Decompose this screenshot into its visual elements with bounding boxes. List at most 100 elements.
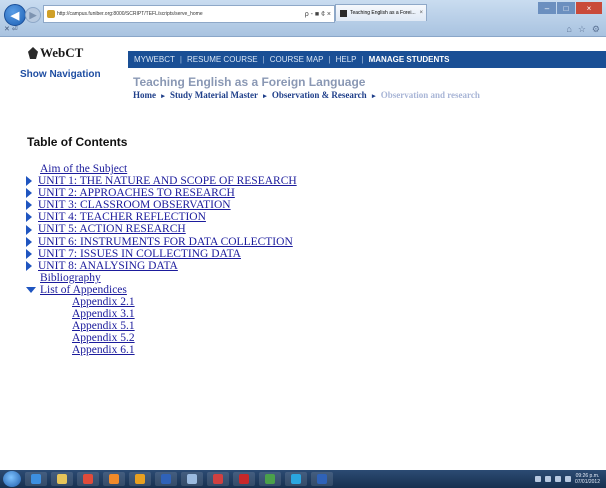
breadcrumb-home[interactable]: Home bbox=[133, 90, 156, 100]
taskbar-paint-button[interactable] bbox=[207, 472, 229, 486]
system-tray: 09:26 p.m. 07/01/2012 bbox=[534, 473, 606, 485]
word-icon bbox=[161, 474, 171, 484]
expand-triangle-icon[interactable] bbox=[26, 200, 32, 211]
taskbar-spreadsheet-button[interactable] bbox=[259, 472, 281, 486]
toc-item: List of Appendices bbox=[26, 284, 297, 296]
expand-triangle-icon[interactable] bbox=[26, 212, 32, 223]
topnav-resume-course[interactable]: RESUME COURSE bbox=[187, 55, 258, 64]
browser-chrome: ◀ ▶ http://campus.funiber.org:8000/SCRIP… bbox=[0, 0, 606, 37]
toc-link[interactable]: Bibliography bbox=[40, 272, 101, 284]
flag-icon[interactable] bbox=[544, 476, 551, 482]
expand-triangle-icon[interactable] bbox=[26, 188, 32, 199]
windows-taskbar: 09:26 p.m. 07/01/2012 bbox=[0, 470, 606, 488]
toc-link[interactable]: Aim of the Subject bbox=[40, 163, 127, 175]
toc-appendix-link[interactable]: Appendix 5.1 bbox=[72, 320, 135, 332]
maximize-button[interactable]: □ bbox=[557, 2, 575, 14]
toc-item: UNIT 4: TEACHER REFLECTION bbox=[26, 211, 297, 223]
toc-link[interactable]: UNIT 2: APPROACHES TO RESEARCH bbox=[38, 187, 235, 199]
command-bar: ✕ ⏎ bbox=[4, 26, 18, 33]
webct-page: WebCT Show Navigation MYWEBCT | RESUME C… bbox=[0, 37, 606, 470]
chrome-icon bbox=[83, 474, 93, 484]
toc-link[interactable]: UNIT 5: ACTION RESEARCH bbox=[38, 223, 186, 235]
toc-link[interactable]: UNIT 4: TEACHER REFLECTION bbox=[38, 211, 206, 223]
settings-gear-icon[interactable]: ⚙ bbox=[592, 24, 600, 35]
top-navigation-bar: MYWEBCT | RESUME COURSE | COURSE MAP | H… bbox=[128, 51, 606, 68]
toc-appendix-link[interactable]: Appendix 2.1 bbox=[72, 296, 135, 308]
topnav-help[interactable]: HELP bbox=[336, 55, 357, 64]
toc-item: UNIT 5: ACTION RESEARCH bbox=[26, 223, 297, 235]
logo-text: WebCT bbox=[40, 45, 84, 60]
tab-title: Teaching English as a Forei... bbox=[350, 10, 416, 16]
address-controls[interactable]: ρ - ■ ¢ × bbox=[302, 11, 334, 18]
expand-triangle-icon[interactable] bbox=[26, 176, 32, 187]
volume-icon[interactable] bbox=[554, 476, 561, 482]
media-player-icon bbox=[135, 474, 145, 484]
start-button[interactable] bbox=[3, 471, 21, 487]
collapse-triangle-icon[interactable] bbox=[26, 286, 36, 293]
address-bar[interactable]: http://campus.funiber.org:8000/SCRIPT/TE… bbox=[43, 5, 335, 23]
paint-icon bbox=[213, 474, 223, 484]
close-window-button[interactable]: × bbox=[576, 2, 602, 14]
topnav-separator: | bbox=[179, 55, 182, 64]
toc-appendix-link[interactable]: Appendix 6.1 bbox=[72, 344, 135, 356]
taskbar-adobe-reader-button[interactable] bbox=[233, 472, 255, 486]
tab-close-icon[interactable]: × bbox=[419, 10, 426, 16]
show-navigation-link[interactable]: Show Navigation bbox=[20, 69, 101, 80]
topnav-separator: | bbox=[262, 55, 265, 64]
breadcrumb-observation-research[interactable]: Observation & Research bbox=[272, 90, 367, 100]
back-button[interactable]: ◀ bbox=[4, 4, 26, 26]
browser-tab[interactable]: Teaching English as a Forei... × bbox=[335, 4, 427, 21]
topnav-separator: | bbox=[361, 55, 364, 64]
toc-item: UNIT 7: ISSUES IN COLLECTING DATA bbox=[26, 248, 297, 260]
toc-subitem: Appendix 3.1 bbox=[26, 308, 297, 320]
taskbar-apps bbox=[21, 472, 333, 486]
taskbar-internet-explorer-button[interactable] bbox=[25, 472, 47, 486]
favorites-icon[interactable]: ☆ bbox=[578, 24, 586, 35]
tray-arrow-icon[interactable] bbox=[534, 476, 541, 482]
toc-link[interactable]: UNIT 7: ISSUES IN COLLECTING DATA bbox=[38, 248, 241, 260]
taskbar-file-explorer-button[interactable] bbox=[51, 472, 73, 486]
toc-subitem: Appendix 6.1 bbox=[26, 344, 297, 356]
topnav-course-map[interactable]: COURSE MAP bbox=[270, 55, 324, 64]
topnav-mywebct[interactable]: MYWEBCT bbox=[134, 55, 175, 64]
toc-link[interactable]: List of Appendices bbox=[40, 284, 127, 296]
forward-button[interactable]: ▶ bbox=[25, 7, 41, 23]
taskbar-word-button[interactable] bbox=[155, 472, 177, 486]
taskbar-media-player-button[interactable] bbox=[129, 472, 151, 486]
logo-area: WebCT Show Navigation bbox=[0, 37, 128, 92]
taskbar-skype-button[interactable] bbox=[285, 472, 307, 486]
word-doc-icon bbox=[317, 474, 327, 484]
taskbar-word-doc-button[interactable] bbox=[311, 472, 333, 486]
breadcrumb-study-material-master[interactable]: Study Material Master bbox=[170, 90, 258, 100]
webct-logo: WebCT bbox=[28, 45, 83, 61]
taskbar-notes-button[interactable] bbox=[181, 472, 203, 486]
toc-subitem: Appendix 5.1 bbox=[26, 320, 297, 332]
webct-logo-icon bbox=[28, 47, 38, 59]
window-controls: – □ × bbox=[538, 2, 602, 14]
toc-item: Aim of the Subject bbox=[26, 163, 297, 175]
toolbar-icons: ⌂ ☆ ⚙ bbox=[566, 24, 600, 35]
toc-appendix-link[interactable]: Appendix 5.2 bbox=[72, 332, 135, 344]
clock[interactable]: 09:26 p.m. 07/01/2012 bbox=[575, 473, 600, 485]
topnav-manage-students[interactable]: MANAGE STUDENTS bbox=[369, 55, 450, 64]
expand-triangle-icon[interactable] bbox=[26, 248, 32, 259]
expand-triangle-icon[interactable] bbox=[26, 224, 32, 235]
clock-date: 07/01/2012 bbox=[574, 479, 600, 485]
notes-icon bbox=[187, 474, 197, 484]
toc-link[interactable]: UNIT 3: CLASSROOM OBSERVATION bbox=[38, 199, 231, 211]
toc-heading: Table of Contents bbox=[27, 135, 128, 149]
minimize-button[interactable]: – bbox=[538, 2, 556, 14]
taskbar-chrome-button[interactable] bbox=[77, 472, 99, 486]
toc-appendix-link[interactable]: Appendix 3.1 bbox=[72, 308, 135, 320]
skype-icon bbox=[291, 474, 301, 484]
toc-subitem: Appendix 5.2 bbox=[26, 332, 297, 344]
network-icon[interactable] bbox=[564, 476, 571, 482]
expand-triangle-icon[interactable] bbox=[26, 260, 32, 271]
toc-link[interactable]: UNIT 8: ANALYSING DATA bbox=[38, 260, 178, 272]
taskbar-firefox-button[interactable] bbox=[103, 472, 125, 486]
toc-link[interactable]: UNIT 1: THE NATURE AND SCOPE OF RESEARCH bbox=[38, 175, 297, 187]
address-url[interactable]: http://campus.funiber.org:8000/SCRIPT/TE… bbox=[57, 11, 302, 17]
expand-triangle-icon[interactable] bbox=[26, 236, 32, 247]
home-icon[interactable]: ⌂ bbox=[566, 24, 571, 35]
toc-link[interactable]: UNIT 6: INSTRUMENTS FOR DATA COLLECTION bbox=[38, 236, 293, 248]
